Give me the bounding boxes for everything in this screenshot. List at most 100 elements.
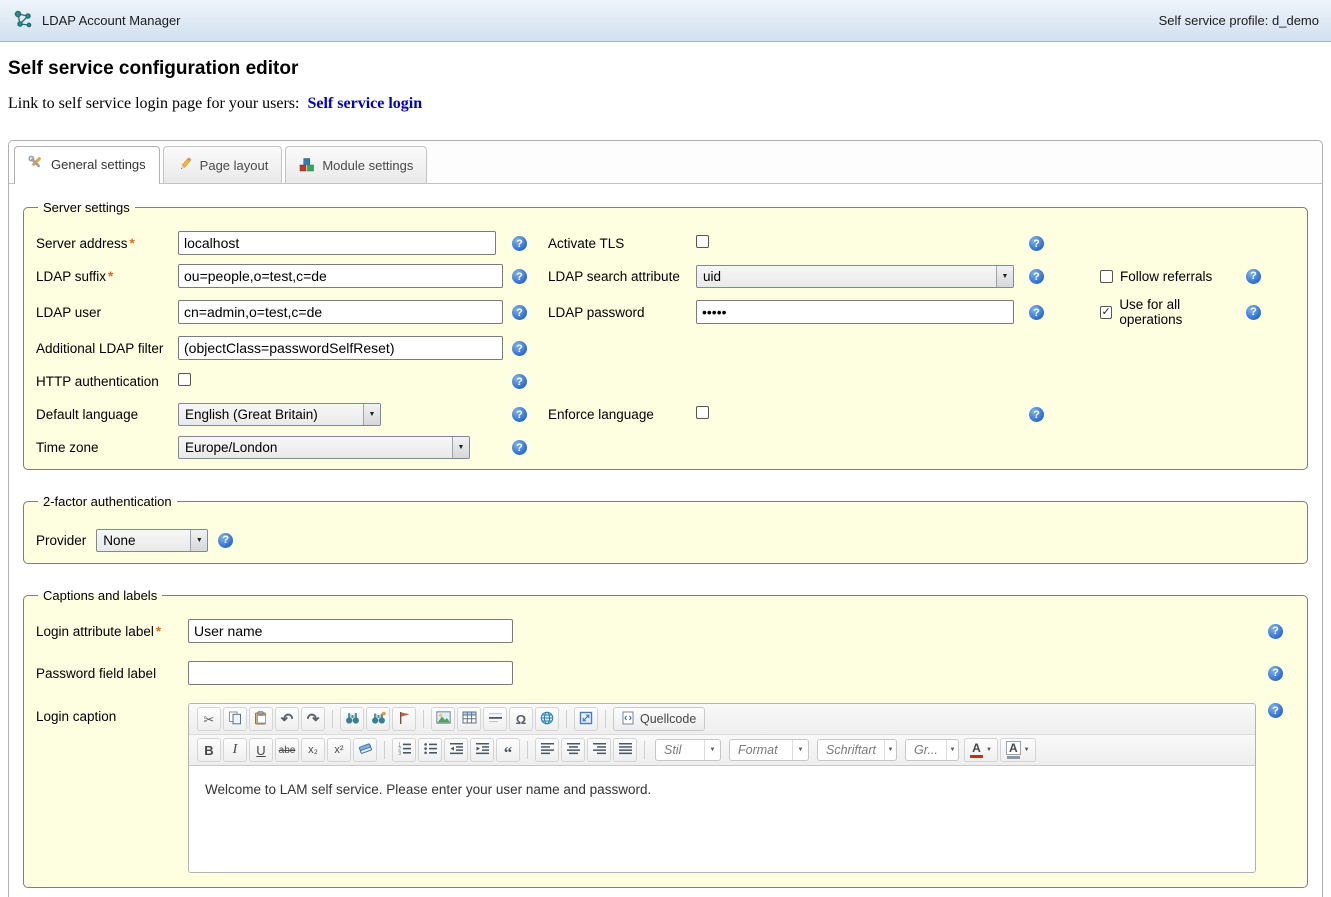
- background-color-button[interactable]: A▼: [1000, 738, 1036, 762]
- default-language-help-icon[interactable]: ?: [512, 407, 527, 422]
- server-address-input[interactable]: [178, 231, 496, 255]
- underline-button[interactable]: U: [249, 738, 273, 762]
- source-button-label: Quellcode: [640, 712, 696, 726]
- enforce-language-help-icon[interactable]: ?: [1029, 407, 1044, 422]
- follow-referrals-help-icon[interactable]: ?: [1246, 269, 1261, 284]
- find-icon: [345, 711, 360, 728]
- login-caption-help-icon[interactable]: ?: [1268, 703, 1283, 718]
- tab-page-layout[interactable]: Page layout: [163, 146, 283, 183]
- align-justify-button[interactable]: [613, 738, 637, 762]
- text-color-button[interactable]: A▼: [964, 738, 998, 762]
- default-language-select[interactable]: English (Great Britain) ▼: [178, 403, 381, 426]
- additional-ldap-filter-input[interactable]: [178, 336, 503, 360]
- subscript-button[interactable]: x₂: [301, 738, 325, 762]
- toolbar-separator: [384, 741, 385, 759]
- spellcheck-flag-button[interactable]: [392, 707, 416, 731]
- align-right-button[interactable]: [587, 738, 611, 762]
- additional-ldap-filter-help-icon[interactable]: ?: [512, 341, 527, 356]
- http-authentication-row: HTTP authentication ?: [36, 369, 1295, 393]
- styles-combo[interactable]: Stil▼: [655, 739, 721, 761]
- numbered-list-button[interactable]: 123: [392, 738, 416, 762]
- server-settings-fieldset: Server settings Server address* ? Activa…: [23, 200, 1308, 470]
- blockquote-icon: “: [504, 741, 513, 758]
- pencil-icon: [177, 156, 193, 175]
- activate-tls-checkbox[interactable]: [696, 235, 709, 248]
- superscript-button[interactable]: x²: [327, 738, 351, 762]
- app-title: LDAP Account Manager: [42, 13, 181, 28]
- undo-button[interactable]: ↶: [275, 707, 299, 731]
- special-character-button[interactable]: Ω: [509, 707, 533, 731]
- horizontal-rule-button[interactable]: [483, 707, 507, 731]
- source-button[interactable]: Quellcode: [613, 707, 705, 731]
- strikethrough-button[interactable]: abe: [275, 738, 299, 762]
- paste-button[interactable]: [249, 707, 273, 731]
- indent-button[interactable]: [470, 738, 494, 762]
- remove-format-button[interactable]: [353, 738, 377, 762]
- ldap-suffix-help-icon[interactable]: ?: [512, 269, 527, 284]
- ldap-search-attribute-help-icon[interactable]: ?: [1029, 269, 1044, 284]
- use-for-all-operations-label: Use for all operations: [1119, 297, 1239, 327]
- iframe-globe-button[interactable]: [535, 707, 559, 731]
- blockquote-button[interactable]: “: [496, 738, 520, 762]
- time-zone-help-icon[interactable]: ?: [512, 440, 527, 455]
- bold-button[interactable]: B: [197, 738, 221, 762]
- cut-icon: ✂: [204, 713, 215, 726]
- italic-button[interactable]: I: [223, 738, 247, 762]
- align-center-button[interactable]: [561, 738, 585, 762]
- font-combo[interactable]: Schriftart▼: [817, 739, 897, 761]
- editor-content-area[interactable]: Welcome to LAM self service. Please ente…: [189, 766, 1255, 872]
- select-arrow-icon: ▼: [363, 404, 380, 425]
- tab-content-general: Server settings Server address* ? Activa…: [9, 184, 1322, 888]
- follow-referrals-checkbox[interactable]: [1100, 270, 1113, 283]
- password-field-label-input[interactable]: [188, 661, 513, 685]
- tab-label: Page layout: [200, 158, 269, 173]
- enforce-language-checkbox[interactable]: [696, 406, 709, 419]
- tab-general-settings[interactable]: General settings: [14, 146, 160, 184]
- ldap-user-input[interactable]: [178, 300, 503, 324]
- toolbar-separator: [566, 710, 567, 728]
- http-authentication-checkbox[interactable]: [178, 373, 191, 386]
- login-attribute-input[interactable]: [188, 619, 513, 643]
- bullet-list-button[interactable]: [418, 738, 442, 762]
- provider-select[interactable]: None ▼: [96, 529, 208, 552]
- select-value: None: [97, 530, 190, 551]
- use-for-all-operations-checkbox[interactable]: ✓: [1100, 306, 1112, 319]
- provider-help-icon[interactable]: ?: [218, 533, 233, 548]
- tab-label: Module settings: [322, 158, 413, 173]
- find-button[interactable]: [340, 707, 364, 731]
- insert-table-button[interactable]: [457, 707, 481, 731]
- time-zone-row: Time zone Europe/London ▼ ?: [36, 435, 1295, 459]
- background-color-icon: A: [1006, 741, 1021, 755]
- tab-module-settings[interactable]: Module settings: [285, 146, 427, 183]
- self-service-login-link[interactable]: Self service login: [307, 95, 422, 112]
- password-field-label-help-icon[interactable]: ?: [1268, 666, 1283, 681]
- login-attribute-help-icon[interactable]: ?: [1268, 624, 1283, 639]
- server-address-help-icon[interactable]: ?: [512, 236, 527, 251]
- cut-button[interactable]: ✂: [197, 707, 221, 731]
- ldap-suffix-input[interactable]: [178, 264, 503, 288]
- dropdown-arrow-icon: ▼: [986, 747, 992, 753]
- redo-button[interactable]: ↷: [301, 707, 325, 731]
- ldap-password-input[interactable]: [696, 300, 1014, 324]
- align-left-button[interactable]: [535, 738, 559, 762]
- ldap-search-attribute-select[interactable]: uid ▼: [696, 265, 1014, 288]
- maximize-icon: [579, 711, 593, 728]
- maximize-button[interactable]: [574, 707, 598, 731]
- size-combo[interactable]: Gr...▼: [905, 739, 959, 761]
- superscript-icon: x²: [334, 744, 343, 756]
- ldap-user-help-icon[interactable]: ?: [512, 305, 527, 320]
- copy-button[interactable]: [223, 707, 247, 731]
- activate-tls-help-icon[interactable]: ?: [1029, 236, 1044, 251]
- use-for-all-operations-help-icon[interactable]: ?: [1246, 305, 1261, 320]
- http-authentication-help-icon[interactable]: ?: [512, 374, 527, 389]
- ldap-password-help-icon[interactable]: ?: [1029, 305, 1044, 320]
- login-line-text: Link to self service login page for your…: [8, 95, 299, 112]
- lam-logo-icon: [12, 8, 34, 33]
- insert-image-button[interactable]: [431, 707, 455, 731]
- server-address-row: Server address* ? Activate TLS ?: [36, 231, 1295, 255]
- time-zone-select[interactable]: Europe/London ▼: [178, 436, 470, 459]
- outdent-button[interactable]: [444, 738, 468, 762]
- format-combo[interactable]: Format▼: [729, 739, 809, 761]
- indent-icon: [475, 742, 490, 758]
- replace-button[interactable]: [366, 707, 390, 731]
